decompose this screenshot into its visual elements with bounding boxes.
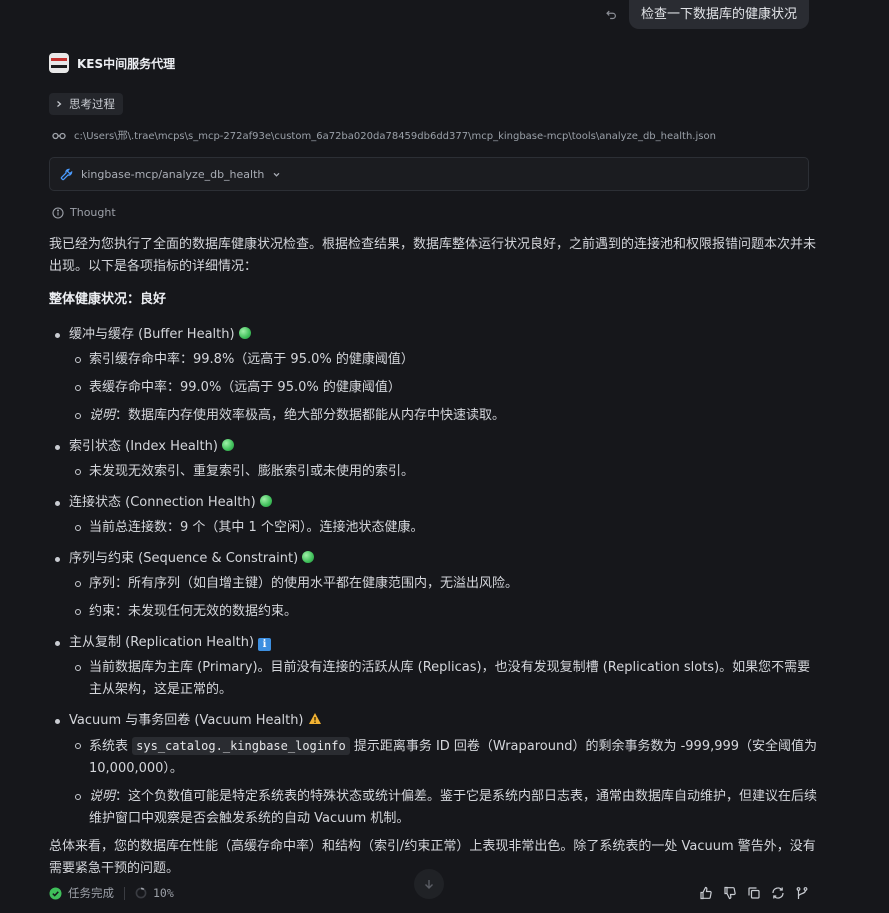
warning-icon bbox=[308, 713, 321, 724]
note-label: 说明 bbox=[89, 408, 116, 423]
tool-call-name: kingbase-mcp/analyze_db_health bbox=[81, 167, 265, 181]
list-item: 表缓存命中率：99.0%（远高于 95.0% 的健康阈值） bbox=[49, 377, 819, 399]
thinking-process-label: 思考过程 bbox=[69, 97, 115, 111]
agent-header: KES中间服务代理 bbox=[49, 53, 175, 73]
task-status-label: 任务完成 bbox=[68, 886, 114, 900]
glasses-icon bbox=[52, 132, 66, 139]
green-circle-icon bbox=[221, 439, 234, 451]
list-item-vacuum: Vacuum 与事务回卷 (Vacuum Health) bbox=[49, 707, 819, 735]
sequence-title: 序列与约束 (Sequence & Constraint) bbox=[69, 551, 299, 566]
thinking-process-toggle[interactable]: 思考过程 bbox=[49, 93, 123, 115]
progress-ring-icon bbox=[135, 887, 147, 899]
response-footer: 任务完成 10% bbox=[49, 882, 809, 904]
green-circle-icon bbox=[259, 495, 272, 507]
list-item: 未发现无效索引、重复索引、膨胀索引或未使用的索引。 bbox=[49, 461, 819, 483]
note-label: 说明 bbox=[89, 789, 116, 804]
agent-logo-icon bbox=[49, 53, 69, 73]
list-item-sequence: 序列与约束 (Sequence & Constraint) bbox=[49, 545, 819, 573]
undo-icon[interactable] bbox=[603, 7, 619, 23]
list-item-connection: 连接状态 (Connection Health) bbox=[49, 489, 819, 517]
context-progress: 10% bbox=[135, 886, 174, 900]
check-circle-icon bbox=[49, 887, 62, 899]
list-item: 约束：未发现任何无效的数据约束。 bbox=[49, 601, 819, 623]
wrench-icon bbox=[60, 168, 73, 180]
response-actions bbox=[699, 886, 809, 900]
intro-paragraph: 我已经为您执行了全面的数据库健康状况检查。根据检查结果，数据库整体运行状况良好，… bbox=[49, 237, 817, 274]
context-progress-value: 10% bbox=[153, 886, 174, 900]
list-item: 说明：这个负数值可能是特定系统表的特殊状态或统计偏差。鉴于它是系统内部日志表，通… bbox=[49, 786, 819, 830]
thumbs-up-icon[interactable] bbox=[699, 886, 713, 900]
green-circle-icon bbox=[302, 551, 315, 563]
list-item-replication: 主从复制 (Replication Health) i bbox=[49, 629, 819, 657]
note-text: ：数据库内存使用效率极高，绝大部分数据都能从内存中快速读取。 bbox=[115, 408, 506, 423]
vacuum-title: Vacuum 与事务回卷 (Vacuum Health) bbox=[69, 713, 304, 728]
agent-name: KES中间服务代理 bbox=[77, 56, 176, 71]
green-circle-icon bbox=[238, 327, 251, 339]
connection-title: 连接状态 (Connection Health) bbox=[69, 495, 256, 510]
info-circle-icon bbox=[52, 206, 64, 219]
regenerate-icon[interactable] bbox=[771, 886, 785, 900]
tool-file-path-text: c:\Users\邢\.trae\mcps\s_mcp-272af93e\cus… bbox=[74, 131, 716, 142]
list-item: 系统表 sys_catalog._kingbase_loginfo 提示距离事务… bbox=[49, 735, 819, 780]
list-item-buffer: 缓冲与缓存 (Buffer Health) bbox=[49, 321, 819, 349]
copy-icon[interactable] bbox=[747, 886, 761, 900]
branch-icon[interactable] bbox=[795, 886, 809, 900]
replication-title: 主从复制 (Replication Health) bbox=[69, 635, 255, 650]
list-item: 索引缓存命中率：99.8%（远高于 95.0% 的健康阈值） bbox=[49, 349, 819, 371]
tool-file-path[interactable]: c:\Users\邢\.trae\mcps\s_mcp-272af93e\cus… bbox=[52, 127, 716, 142]
chevron-down-icon[interactable] bbox=[272, 170, 281, 179]
inline-code: sys_catalog._kingbase_loginfo bbox=[132, 737, 350, 755]
user-message-bubble: 检查一下数据库的健康状况 bbox=[628, 0, 809, 29]
list-item: 当前总连接数：9 个（其中 1 个空闲）。连接池状态健康。 bbox=[49, 517, 819, 539]
thought-label: Thought bbox=[70, 206, 116, 219]
agent-response: 我已经为您执行了全面的数据库健康状况检查。根据检查结果，数据库整体运行状况良好，… bbox=[49, 234, 819, 891]
information-icon: i bbox=[258, 638, 272, 651]
list-item-index: 索引状态 (Index Health) bbox=[49, 433, 819, 461]
vacuum-prefix: 系统表 bbox=[89, 739, 129, 754]
buffer-title: 缓冲与缓存 (Buffer Health) bbox=[69, 327, 235, 342]
overall-status: 整体健康状况：良好 bbox=[49, 292, 167, 307]
thumbs-down-icon[interactable] bbox=[723, 886, 737, 900]
tool-call-box[interactable]: kingbase-mcp/analyze_db_health bbox=[49, 157, 809, 191]
list-item: 当前数据库为主库 (Primary)。目前没有连接的活跃从库 (Replicas… bbox=[49, 657, 819, 701]
note-text: ：这个负数值可能是特定系统表的特殊状态或统计偏差。鉴于它是系统内部日志表，通常由… bbox=[89, 789, 818, 826]
user-message-row: 检查一下数据库的健康状况 bbox=[603, 0, 809, 29]
thought-label-row[interactable]: Thought bbox=[52, 206, 116, 219]
task-status: 任务完成 bbox=[49, 885, 114, 901]
divider bbox=[124, 886, 125, 900]
chevron-right-icon bbox=[57, 101, 62, 107]
index-title: 索引状态 (Index Health) bbox=[69, 439, 218, 454]
list-item: 序列：所有序列（如自增主键）的使用水平都在健康范围内，无溢出风险。 bbox=[49, 573, 819, 595]
list-item: 说明：数据库内存使用效率极高，绝大部分数据都能从内存中快速读取。 bbox=[49, 405, 819, 427]
